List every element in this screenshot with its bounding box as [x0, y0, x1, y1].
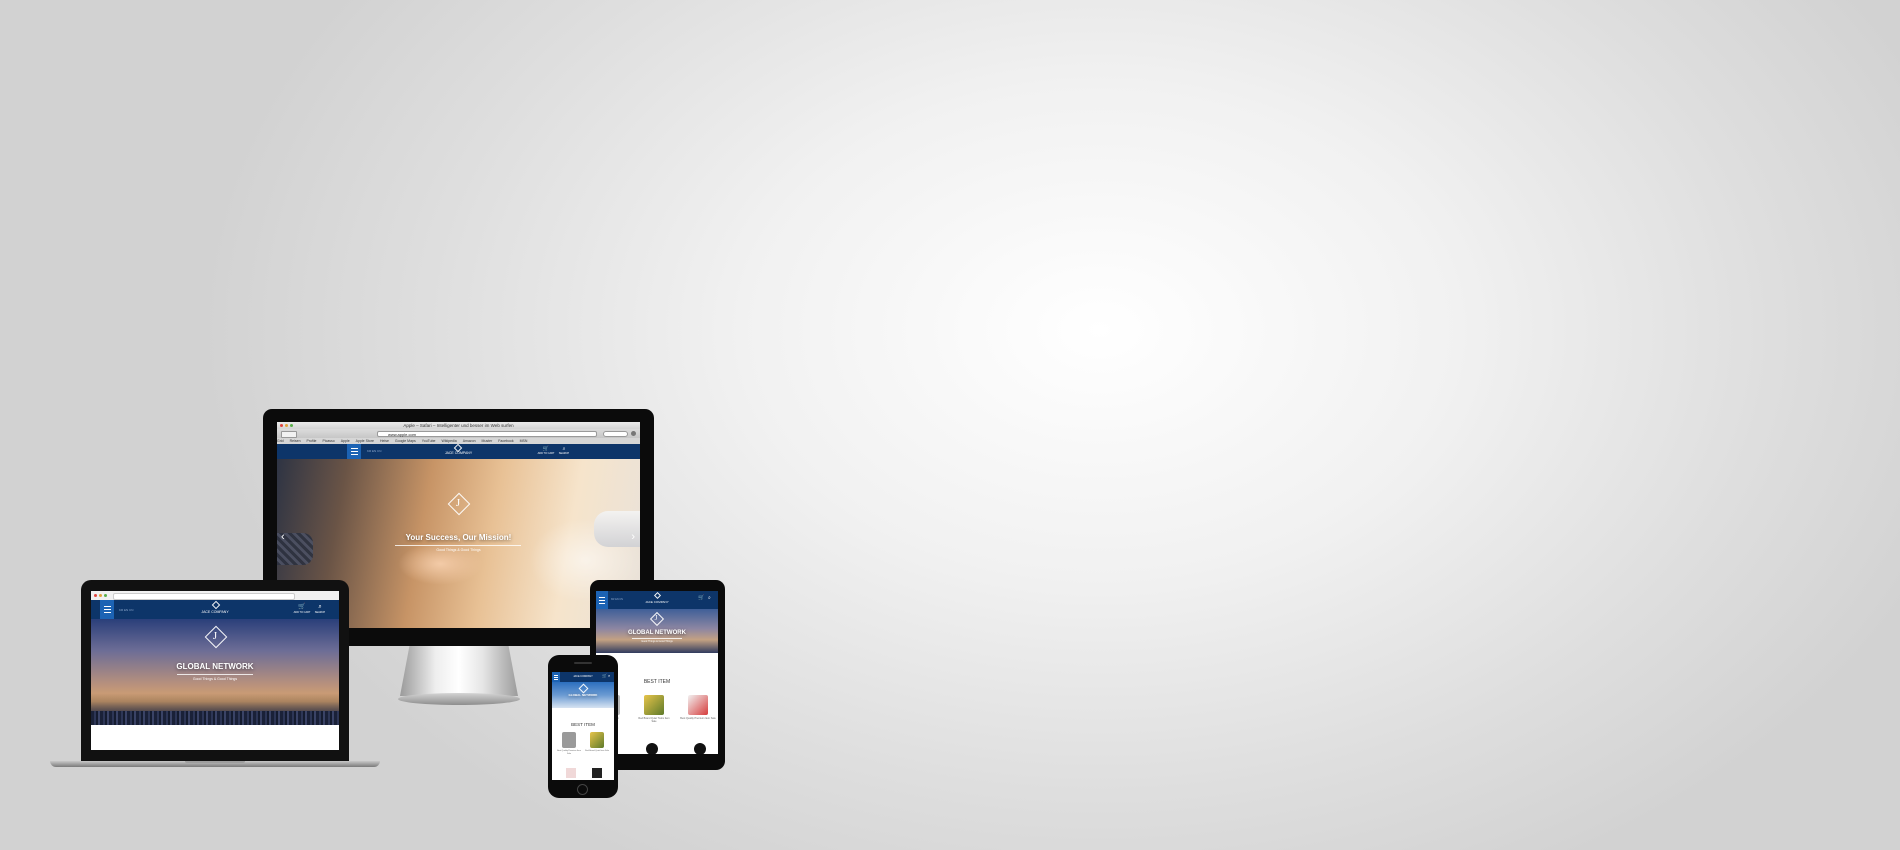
minimize-icon[interactable] — [285, 424, 288, 427]
search-icon[interactable]: ⌕ — [608, 673, 610, 678]
site-navbar: KR EN CN JACE COMPANY 🛒 ADD TO CART ⌕ SE… — [277, 443, 640, 459]
search-button[interactable]: ⌕ SEARCH — [557, 446, 571, 455]
product-thumb — [592, 768, 602, 778]
home-button[interactable] — [577, 784, 588, 795]
hero-title: Your Success, Our Mission! — [405, 533, 512, 542]
laptop-screen: KR EN CN JACE COMPANY 🛒 ADD TO CART ⌕ SE… — [91, 591, 339, 750]
bookmark-item[interactable]: Reisen — [290, 439, 301, 443]
imac-stand — [400, 646, 518, 696]
hero-subtitle: Good Things & Good Things — [192, 677, 238, 681]
hero-title: GLOBAL NETWORK — [176, 662, 254, 671]
product-card[interactable]: Red Brand Quiet Item Sale — [584, 732, 610, 762]
hero-banner: J GLOBAL NETWORK Good Things & Good Thin… — [596, 609, 718, 653]
close-icon[interactable] — [94, 594, 97, 597]
cart-icon[interactable]: 🛒 — [698, 595, 704, 601]
product-card[interactable]: Best Quality Premium Item Sale — [680, 695, 716, 735]
hero-divider — [632, 638, 682, 639]
hero-logo-letter: J — [455, 497, 461, 509]
close-icon[interactable] — [280, 424, 283, 427]
bookmark-item[interactable]: Heise — [380, 439, 389, 443]
hero-logo-letter: J — [212, 630, 218, 642]
cart-icon: 🛒 — [298, 604, 306, 610]
cart-icon[interactable]: 🛒 — [602, 673, 607, 678]
product-thumb — [566, 768, 576, 778]
slider-next-arrow[interactable]: › — [631, 531, 635, 543]
site-navbar: JACE COMPANY 🛒 ⌕ — [552, 672, 614, 682]
cart-button[interactable]: 🛒 ADD TO CART — [293, 603, 311, 614]
cart-button[interactable]: 🛒 ADD TO CART — [537, 446, 555, 455]
bookmark-item[interactable]: Muster — [482, 439, 493, 443]
logo-icon — [211, 600, 221, 610]
hero-logo-letter: J — [654, 614, 658, 622]
zoom-icon[interactable] — [104, 594, 107, 597]
product-caption: Best Quality Premium Item Sale — [557, 750, 581, 755]
section-title: BEST ITEM — [571, 722, 595, 727]
bookmark-item[interactable]: Grid — [277, 439, 284, 443]
phone-screen: JACE COMPANY 🛒 ⌕ GLOBAL NETWORK BEST ITE… — [552, 672, 614, 780]
site-navbar: KR EN CN JACE COMPANY 🛒 ⌕ — [596, 591, 718, 609]
logo-icon — [653, 591, 662, 600]
address-bar[interactable]: www.apple.com — [377, 430, 597, 437]
zoom-icon[interactable] — [290, 424, 293, 427]
hero-subtitle: Good Things & Good Things — [641, 640, 673, 643]
laptop-notch — [185, 761, 245, 763]
search-input[interactable] — [603, 430, 628, 437]
product-image — [590, 732, 604, 748]
bookmark-item[interactable]: Picasso — [322, 439, 334, 443]
bookmark-item[interactable]: Apple Store — [356, 439, 374, 443]
search-icon[interactable]: ⌕ — [708, 595, 711, 601]
product-image — [562, 732, 576, 748]
bookmark-item[interactable]: Facebook — [498, 439, 513, 443]
site-navbar: KR EN CN JACE COMPANY 🛒 ADD TO CART ⌕ SE… — [91, 600, 339, 619]
back-forward-buttons[interactable] — [281, 431, 297, 438]
hero-title: GLOBAL NETWORK — [628, 630, 686, 636]
product-thumb — [646, 743, 658, 754]
hero-subtitle: Good Things & Good Things — [436, 548, 481, 552]
bookmark-item[interactable]: Google Maps — [395, 439, 416, 443]
city-skyline — [91, 711, 339, 725]
product-image — [688, 695, 708, 715]
bookmark-item[interactable]: MSN — [520, 439, 528, 443]
product-caption: Red Brand Quiet Item Sale — [585, 750, 609, 752]
hero-logo-icon — [578, 683, 589, 694]
imac-stand-foot — [398, 693, 520, 705]
hero-banner: GLOBAL NETWORK — [552, 682, 614, 708]
gear-icon[interactable] — [631, 431, 636, 436]
bookmark-item[interactable]: YouTube — [422, 439, 436, 443]
bookmark-item[interactable]: Apple — [341, 439, 350, 443]
minimize-icon[interactable] — [99, 594, 102, 597]
phone-speaker — [574, 662, 592, 664]
hero-banner: J GLOBAL NETWORK Good Things & Good Thin… — [91, 619, 339, 725]
product-card[interactable]: Red Brand Quiet Twins Item Sale — [636, 695, 672, 735]
bookmark-item[interactable]: Wikipedia — [442, 439, 457, 443]
window-title: Apple – Safari – Intelligenter und besse… — [403, 423, 514, 428]
product-thumb — [694, 743, 706, 754]
browser-toolbar: www.apple.com — [277, 429, 640, 444]
product-caption: Red Brand Quiet Twins Item Sale — [638, 717, 670, 724]
slider-prev-arrow[interactable]: ‹ — [281, 531, 285, 543]
bookmark-item[interactable]: Amazon — [463, 439, 476, 443]
hero-title: GLOBAL NETWORK — [568, 693, 598, 697]
hero-divider — [395, 545, 521, 546]
toolbar-icons — [299, 431, 369, 444]
product-card[interactable]: Best Quality Premium Item Sale — [556, 732, 582, 762]
brand-name[interactable]: JACE COMPANY — [277, 451, 640, 455]
product-caption: Best Quality Premium Item Sale — [680, 717, 716, 720]
bookmark-item[interactable]: Profile — [307, 439, 317, 443]
search-button[interactable]: ⌕ SEARCH — [313, 603, 327, 614]
address-bar[interactable] — [113, 593, 295, 600]
product-image — [644, 695, 664, 715]
browser-title-bar: Apple – Safari – Intelligenter und besse… — [277, 422, 640, 429]
search-icon: ⌕ — [318, 604, 322, 610]
hero-divider — [177, 674, 253, 675]
